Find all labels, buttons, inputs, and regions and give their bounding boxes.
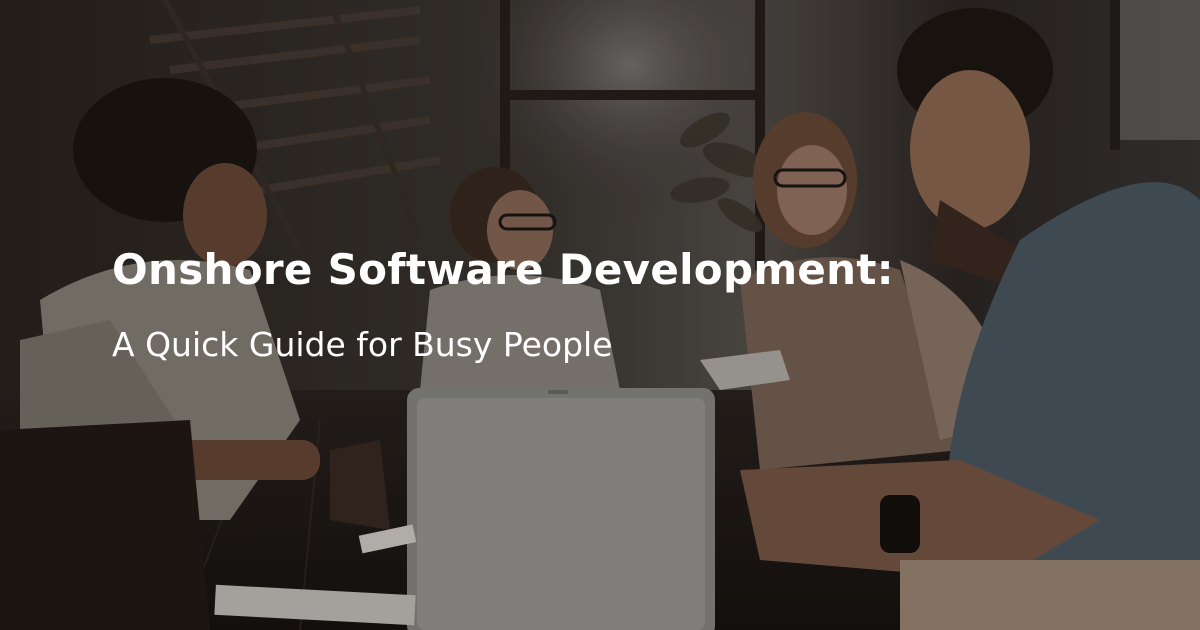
blog-hero-banner: Onshore Software Development: A Quick Gu… [0, 0, 1200, 630]
page-subtitle: A Quick Guide for Busy People [112, 325, 613, 364]
page-title: Onshore Software Development: [112, 245, 894, 294]
dark-photo-overlay [0, 0, 1200, 630]
